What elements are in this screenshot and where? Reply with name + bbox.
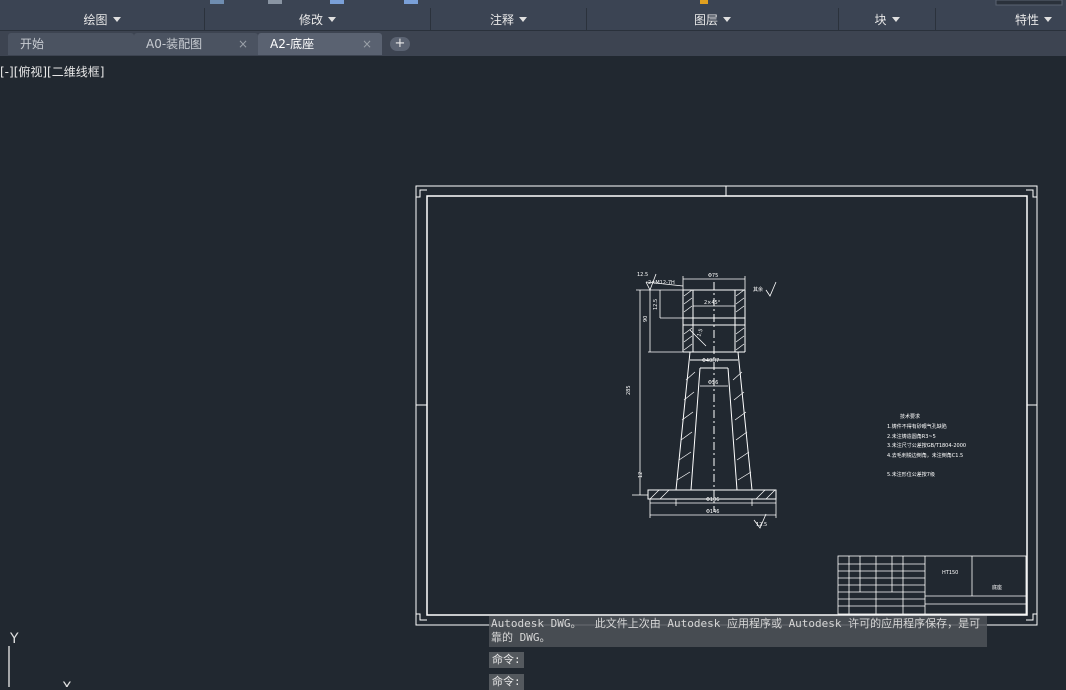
dim-chamfer-thread: 2×M12-7H [648, 280, 675, 286]
dim-mid: Φ56 [708, 380, 718, 386]
ucs-icon: Y X [8, 631, 72, 687]
dim-height-total: 285 [626, 385, 632, 395]
part-section-view [647, 282, 777, 512]
dim-height-left2: 12.5 [653, 299, 659, 310]
roughness-right: 其余 [753, 286, 763, 293]
command-history: Autodesk DWG。 此文件上次由 Autodesk 应用程序或 Auto… [489, 616, 987, 647]
drawing-canvas[interactable]: Φ75 2×M12-7H 12.5 2×45° Φ40H7 Φ56 Φ106 Φ… [0, 0, 1066, 687]
tech-line: 2.未注铸造圆角R3~5 [887, 433, 936, 440]
command-history-line: 命令: [489, 652, 524, 668]
dim-height-small: 12 [638, 472, 644, 478]
tech-line: 3.未注尺寸公差按GB/T1804-2000 [887, 442, 966, 449]
dim-chamfer: 2×45° [704, 300, 721, 306]
tech-line: 1.铸件不得有砂眼气孔缺陷 [887, 423, 947, 430]
roughness-bottom: 12.5 [756, 522, 767, 528]
roughness-top: 12.5 [637, 272, 648, 278]
ucs-y-label: Y [9, 631, 19, 647]
tech-line: 4.去毛刺锐边倒角，未注倒角C1.5 [887, 452, 963, 459]
technical-requirements: 技术要求 1.铸件不得有砂眼气孔缺陷 2.未注铸造圆角R3~5 3.未注尺寸公差… [887, 413, 966, 478]
dim-angle: 1:5 [696, 328, 704, 338]
title-part-name: 底座 [992, 584, 1002, 591]
ucs-x-label: X [62, 680, 72, 687]
dim-height-left1: 90 [643, 316, 649, 322]
dim-inner-bore: Φ40H7 [702, 358, 719, 364]
sheet-outer-border [415, 185, 1038, 626]
sheet-inner-border [426, 195, 1028, 616]
command-prompt[interactable]: 命令: [489, 674, 524, 690]
title-material: HT150 [942, 570, 958, 576]
tech-line: 5.未注形位公差按7级 [887, 471, 935, 478]
dim-top-width: Φ75 [708, 273, 718, 279]
dim-base-outer: Φ146 [706, 509, 719, 515]
tech-title: 技术要求 [900, 413, 920, 420]
command-window[interactable]: Autodesk DWG。 此文件上次由 Autodesk 应用程序或 Auto… [489, 616, 987, 690]
dim-base-inner: Φ106 [706, 497, 719, 503]
